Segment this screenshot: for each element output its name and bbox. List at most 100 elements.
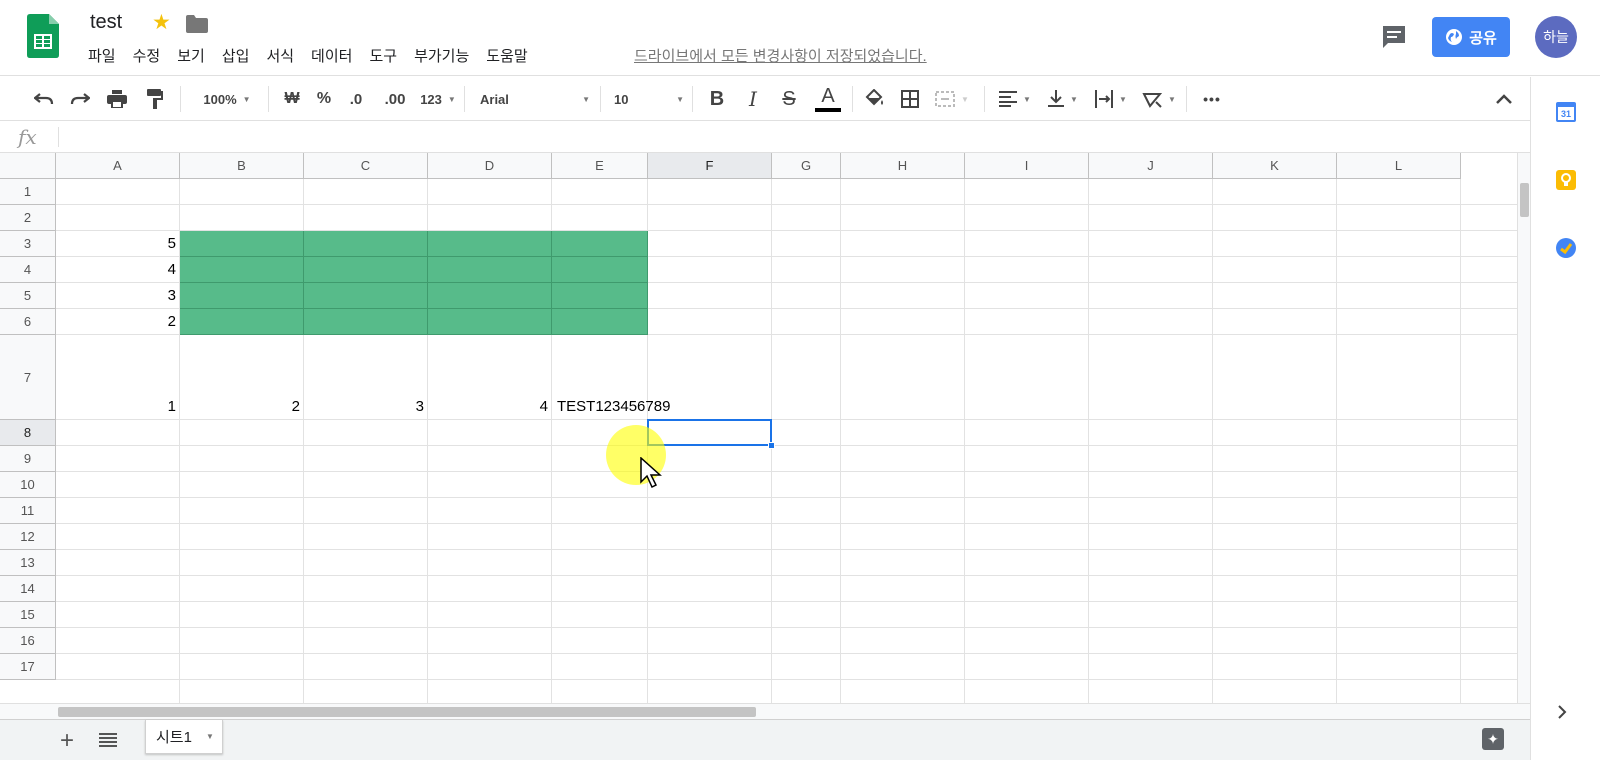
percent-format-button[interactable]: %: [314, 77, 334, 121]
keep-icon[interactable]: [1555, 169, 1577, 191]
formula-input[interactable]: [66, 121, 1506, 153]
filled-cell[interactable]: [428, 283, 552, 309]
column-header-g[interactable]: G: [772, 153, 841, 179]
filled-cell[interactable]: [304, 283, 428, 309]
currency-format-button[interactable]: ₩: [280, 77, 304, 121]
horizontal-align-icon[interactable]: ▼: [996, 77, 1034, 121]
text-wrap-icon[interactable]: ▼: [1092, 77, 1130, 121]
row-header-8[interactable]: 8: [0, 420, 56, 446]
collapse-toolbar-icon[interactable]: [1492, 77, 1516, 121]
filled-cell[interactable]: [180, 309, 304, 335]
filled-cell[interactable]: [552, 231, 648, 257]
row-header-17[interactable]: 17: [0, 654, 56, 680]
menu-insert[interactable]: 삽입: [222, 45, 250, 66]
expand-panel-icon[interactable]: [1557, 705, 1571, 719]
column-header-e[interactable]: E: [552, 153, 648, 179]
cell-b7[interactable]: 2: [180, 398, 300, 415]
menu-format[interactable]: 서식: [266, 45, 294, 66]
paint-format-icon[interactable]: [143, 77, 167, 121]
row-header-16[interactable]: 16: [0, 628, 56, 654]
column-header-f[interactable]: F: [648, 153, 772, 179]
column-header-a[interactable]: A: [56, 153, 180, 179]
filled-cell[interactable]: [428, 257, 552, 283]
sheets-logo-icon[interactable]: [27, 14, 59, 58]
add-sheet-icon[interactable]: +: [60, 727, 74, 755]
vertical-align-icon[interactable]: ▼: [1044, 77, 1082, 121]
text-rotate-icon[interactable]: ▼: [1140, 77, 1178, 121]
all-sheets-icon[interactable]: [99, 733, 117, 747]
save-status-link[interactable]: 드라이브에서 모든 변경사항이 저장되었습니다.: [634, 45, 927, 66]
cell-a5[interactable]: 3: [56, 287, 176, 304]
menu-help[interactable]: 도움말: [486, 45, 527, 66]
menu-data[interactable]: 데이터: [311, 45, 352, 66]
italic-button[interactable]: I: [742, 77, 764, 121]
cell-d7[interactable]: 4: [428, 398, 548, 415]
column-header-h[interactable]: H: [841, 153, 965, 179]
tasks-icon[interactable]: [1555, 237, 1577, 259]
filled-cell[interactable]: [552, 283, 648, 309]
borders-icon[interactable]: [898, 77, 922, 121]
star-icon[interactable]: ★: [152, 10, 171, 35]
document-title[interactable]: test: [90, 11, 122, 34]
avatar[interactable]: 하늘: [1535, 16, 1577, 58]
filled-cell[interactable]: [552, 309, 648, 335]
cell-a4[interactable]: 4: [56, 261, 176, 278]
row-header-7[interactable]: 7: [0, 335, 56, 420]
column-header-l[interactable]: L: [1337, 153, 1461, 179]
print-icon[interactable]: [105, 77, 129, 121]
sheet-tab-caret-icon[interactable]: ▼: [206, 732, 214, 741]
row-header-12[interactable]: 12: [0, 524, 56, 550]
menu-view[interactable]: 보기: [177, 45, 205, 66]
cell-e7[interactable]: TEST123456789: [557, 398, 670, 415]
row-header-11[interactable]: 11: [0, 498, 56, 524]
filled-cell[interactable]: [180, 283, 304, 309]
menu-file[interactable]: 파일: [88, 45, 116, 66]
decrease-decimal-button[interactable]: .0: [344, 77, 368, 121]
column-header-j[interactable]: J: [1089, 153, 1213, 179]
row-header-2[interactable]: 2: [0, 205, 56, 231]
sheet-tab[interactable]: 시트1 ▼: [145, 720, 223, 754]
column-header-k[interactable]: K: [1213, 153, 1337, 179]
undo-icon[interactable]: [32, 77, 56, 121]
redo-icon[interactable]: [68, 77, 92, 121]
font-family-select[interactable]: Arial ▼: [480, 77, 590, 121]
text-color-button[interactable]: A: [814, 77, 842, 121]
vertical-scrollbar[interactable]: [1517, 153, 1530, 703]
row-header-5[interactable]: 5: [0, 283, 56, 309]
strikethrough-button[interactable]: S: [778, 77, 800, 121]
filled-cell[interactable]: [304, 231, 428, 257]
font-size-select[interactable]: 10 ▼: [614, 77, 684, 121]
row-header-1[interactable]: 1: [0, 179, 56, 205]
menu-addons[interactable]: 부가기능: [414, 45, 469, 66]
row-header-4[interactable]: 4: [0, 257, 56, 283]
menu-tools[interactable]: 도구: [369, 45, 397, 66]
fill-handle[interactable]: [768, 442, 775, 449]
merge-cells-icon[interactable]: ▼: [932, 77, 972, 121]
filled-cell[interactable]: [428, 231, 552, 257]
more-options-icon[interactable]: •••: [1196, 77, 1228, 121]
column-header-c[interactable]: C: [304, 153, 428, 179]
spreadsheet-grid[interactable]: 5 4 3 2 1 2 3 4 TEST123456789 A B C D E F G H I J K L 1 2 3 4 5 6 7…: [0, 153, 1517, 703]
zoom-select[interactable]: 100% ▼: [192, 77, 262, 121]
column-header-d[interactable]: D: [428, 153, 552, 179]
filled-cell[interactable]: [180, 257, 304, 283]
calendar-icon[interactable]: 31: [1555, 101, 1577, 123]
row-header-10[interactable]: 10: [0, 472, 56, 498]
filled-cell[interactable]: [304, 309, 428, 335]
vertical-scrollbar-thumb[interactable]: [1520, 183, 1529, 217]
row-header-14[interactable]: 14: [0, 576, 56, 602]
menu-edit[interactable]: 수정: [133, 45, 161, 66]
explore-icon[interactable]: ✦: [1482, 728, 1504, 750]
row-header-15[interactable]: 15: [0, 602, 56, 628]
select-all-corner[interactable]: [0, 153, 56, 179]
cell-a3[interactable]: 5: [56, 235, 176, 252]
cell-a7[interactable]: 1: [56, 398, 176, 415]
filled-cell[interactable]: [304, 257, 428, 283]
share-button[interactable]: 공유: [1432, 17, 1510, 57]
filled-cell[interactable]: [428, 309, 552, 335]
horizontal-scrollbar[interactable]: [0, 703, 1530, 719]
increase-decimal-button[interactable]: .00: [380, 77, 410, 121]
selected-cell-outline[interactable]: [647, 419, 772, 446]
filled-cell[interactable]: [180, 231, 304, 257]
comment-icon[interactable]: [1381, 24, 1407, 50]
